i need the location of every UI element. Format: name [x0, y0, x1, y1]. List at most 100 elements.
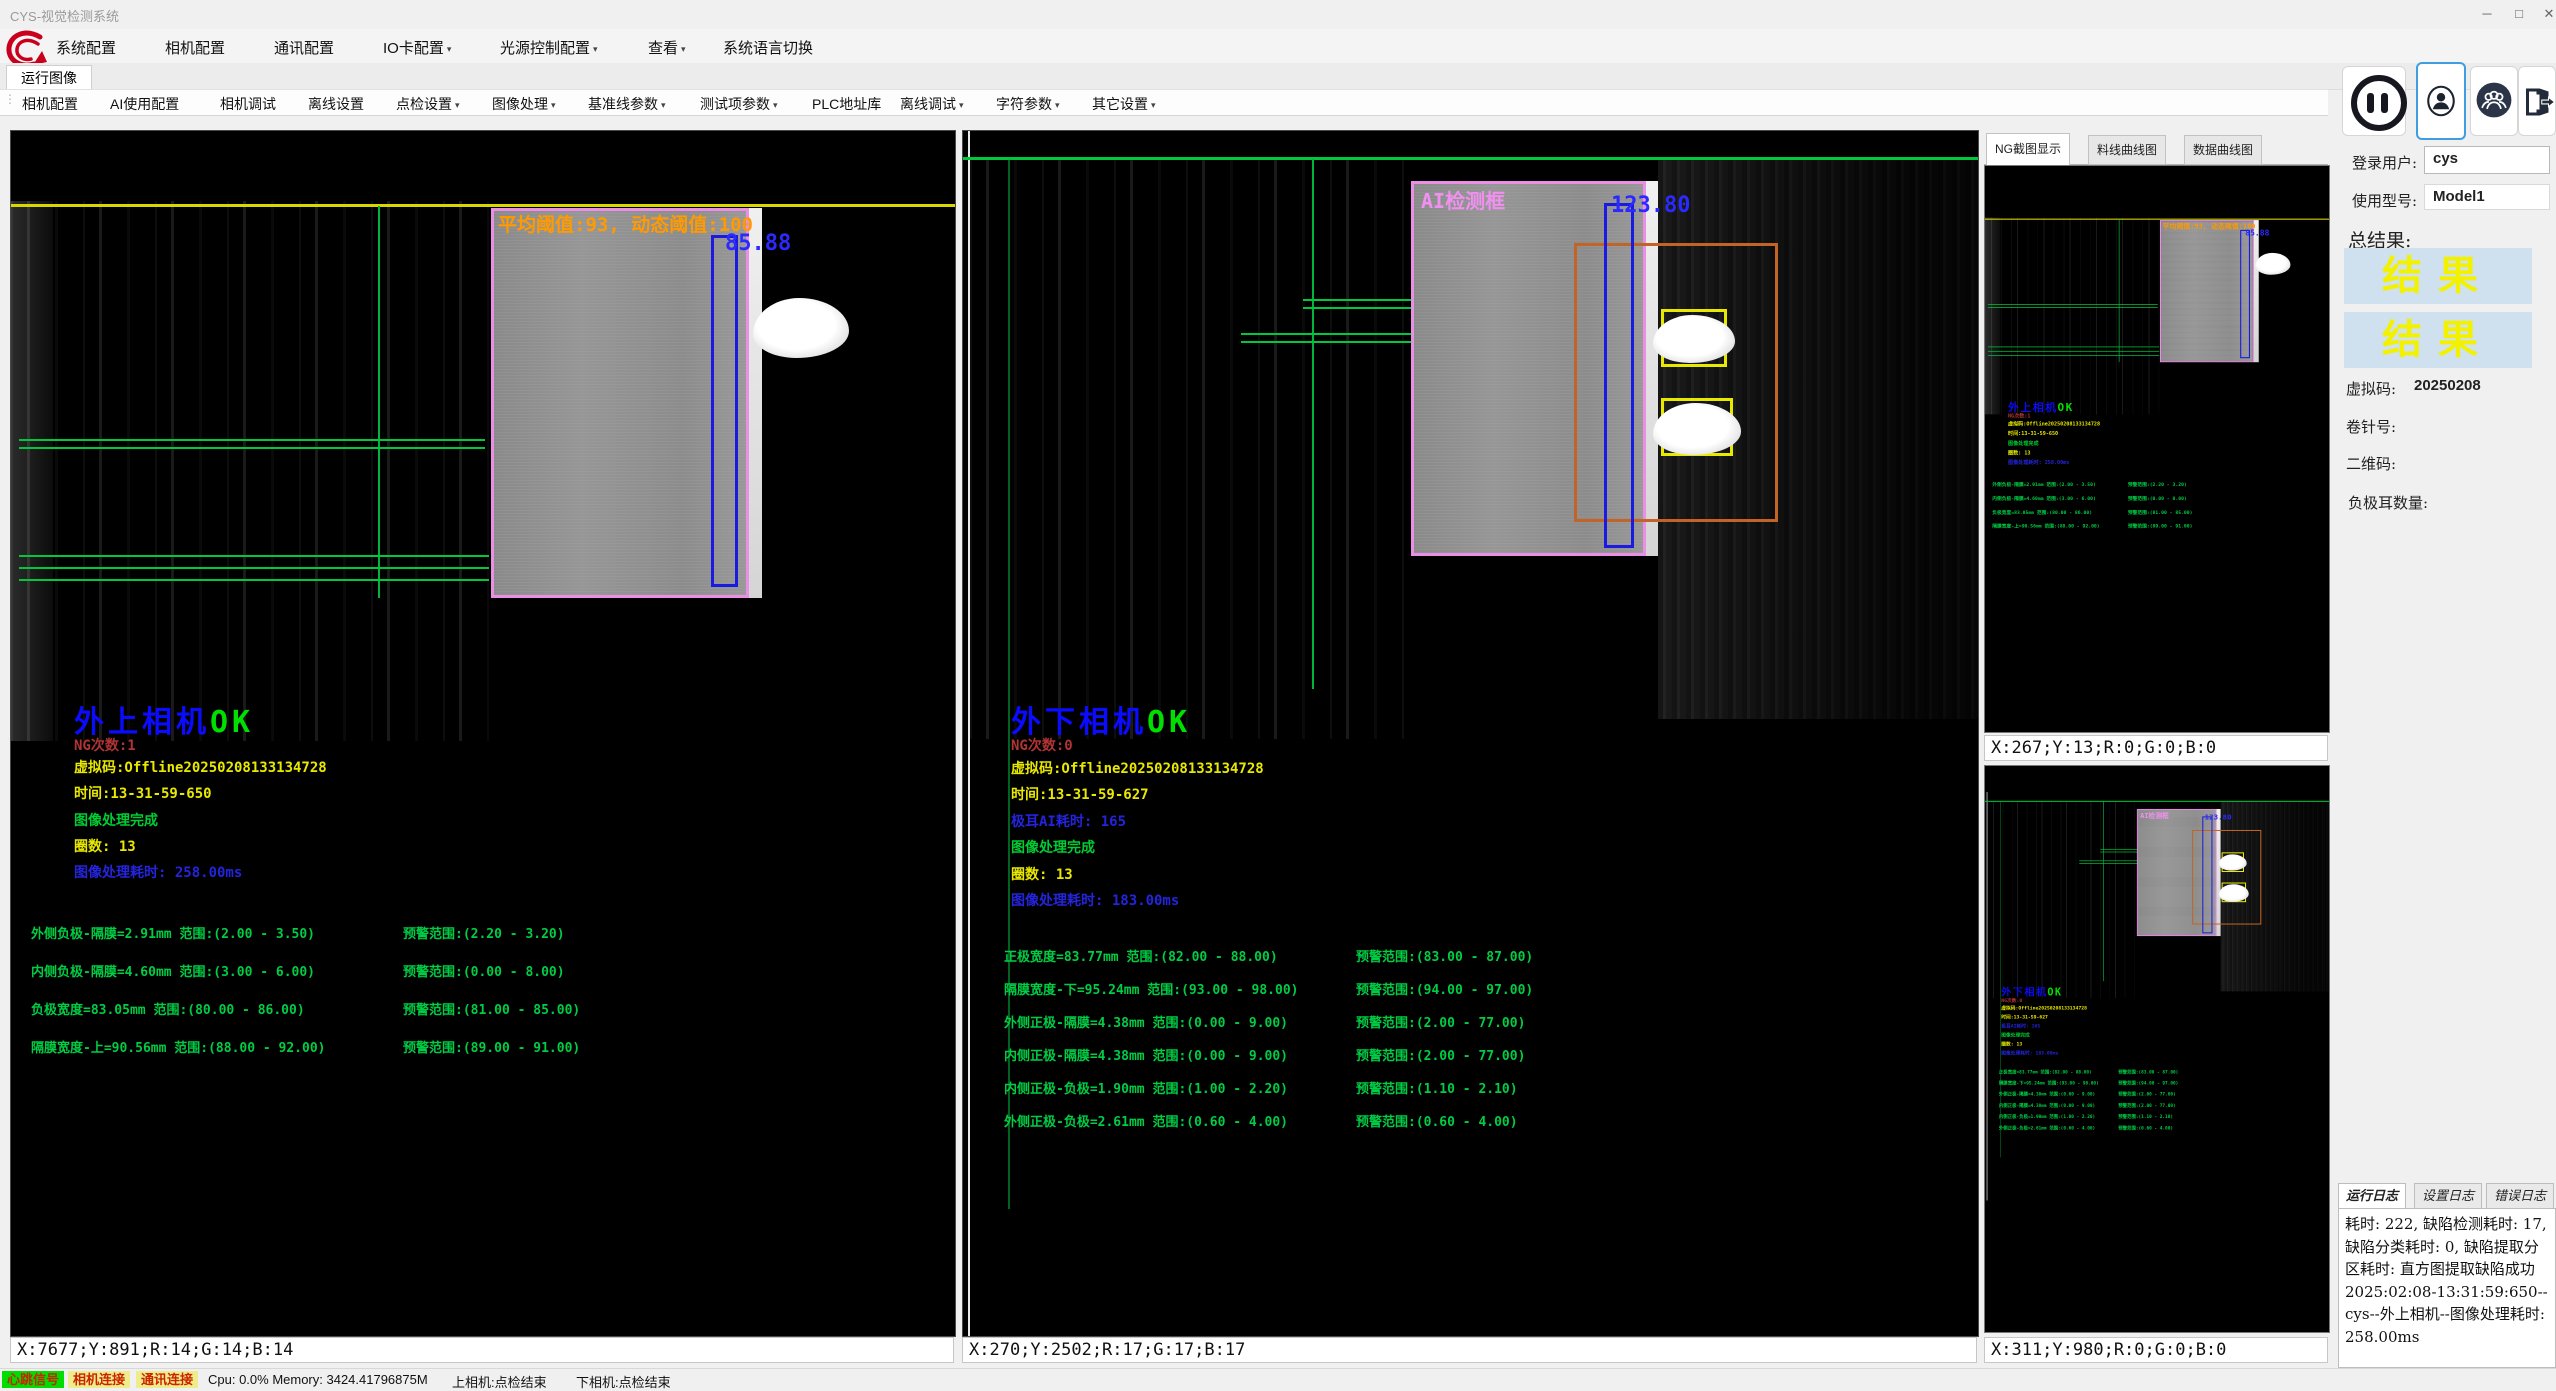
chevron-down-icon: ▾: [959, 100, 964, 110]
tab-ng-snapshot[interactable]: NG截图显示: [1986, 133, 2070, 166]
login-user-value[interactable]: cys: [2424, 146, 2550, 174]
tab-blob: [1653, 403, 1741, 455]
result-indicator-upper: 结果: [2344, 248, 2532, 304]
menu-bar: 系统配置 相机配置 通讯配置 IO卡配置▾ 光源控制配置▾ 查看▾ 系统语言切换: [0, 29, 2556, 63]
tool-camera-config[interactable]: 相机配置: [22, 94, 78, 114]
pause-button[interactable]: [2342, 66, 2406, 136]
chevron-down-icon: ▾: [773, 100, 778, 110]
measurement-row: 外侧负极-隔膜=2.91mm 范围:(2.00 - 3.50)预警范围:(2.2…: [1985, 481, 2329, 488]
measurement-row: 负极宽度=83.05mm 范围:(80.00 - 86.00)预警范围:(81.…: [11, 999, 955, 1017]
turn-count: 圈数: 13: [2008, 449, 2030, 456]
tool-other-settings[interactable]: 其它设置▾: [1092, 94, 1156, 114]
measurement-row: 正极宽度=83.77mm 范围:(82.00 - 88.00)预警范围:(83.…: [1985, 1068, 2329, 1074]
tab-setting-log[interactable]: 设置日志: [2414, 1183, 2482, 1210]
ai-box-label: AI检测框: [2140, 810, 2169, 820]
measurement-row: 正极宽度=83.77mm 范围:(82.00 - 88.00)预警范围:(83.…: [963, 946, 1978, 964]
baseline-yellow: [1985, 219, 2329, 220]
tab-run-image[interactable]: 运行图像: [6, 65, 92, 90]
menu-system-config[interactable]: 系统配置: [56, 37, 116, 58]
gauge-line-vertical: [378, 206, 380, 598]
measurement-row: 外侧正极-负极=2.61mm 范围:(0.60 - 4.00)预警范围:(0.6…: [1985, 1124, 2329, 1130]
left-camera-image: 平均阈值:93, 动态阈值:100 85.88 外上相机OK NG次数:1 虚拟…: [11, 131, 955, 1336]
gauge-line: [19, 579, 489, 581]
menu-view[interactable]: 查看▾: [648, 37, 686, 58]
virtual-code: 虚拟码:Offline20250208133134728: [1011, 758, 1264, 778]
model-value[interactable]: Model1: [2424, 184, 2550, 210]
lower-camera-status: 下相机:点检结束: [576, 1372, 671, 1391]
menu-light-config[interactable]: 光源控制配置▾: [500, 37, 598, 58]
tool-test-params[interactable]: 测试项参数▾: [700, 94, 778, 114]
chevron-down-icon: ▾: [661, 100, 666, 110]
tool-offline-setting[interactable]: 离线设置: [308, 94, 364, 114]
tool-offline-debug[interactable]: 离线调试▾: [900, 94, 964, 114]
tab-data-curve[interactable]: 数据曲线图: [2184, 135, 2262, 165]
gauge-line: [1988, 304, 2158, 305]
menu-camera-config[interactable]: 相机配置: [165, 37, 225, 58]
menu-io-card-config[interactable]: IO卡配置▾: [383, 37, 451, 58]
process-elapsed: 图像处理耗时: 183.00ms: [2001, 1049, 2058, 1056]
minimize-button[interactable]: ─: [2472, 4, 2502, 24]
gauge-line: [19, 567, 489, 569]
tool-char-params[interactable]: 字符参数▾: [996, 94, 1060, 114]
tab-blob: [2219, 884, 2249, 902]
measurement-row: 内侧正极-负极=1.90mm 范围:(1.00 - 2.20)预警范围:(1.1…: [1985, 1113, 2329, 1119]
chevron-down-icon: ▾: [455, 100, 460, 110]
chevron-down-icon: ▾: [551, 100, 556, 110]
edge-strip: [2254, 220, 2259, 362]
tool-ai-config[interactable]: AI使用配置: [110, 94, 179, 114]
width-detect-box: [2240, 230, 2250, 358]
ng-snapshot-upper-image: 平均阈值:93, 动态阈值:100 85.88 外上相机OK NG次数:1 虚拟…: [1985, 192, 2329, 631]
function-toolbar: ⋮ 相机配置 AI使用配置 相机调试 离线设置 点检设置▾ 图像处理▾ 基准线参…: [0, 89, 2328, 116]
menu-language-switch[interactable]: 系统语言切换: [723, 37, 813, 58]
qrcode-label: 二维码:: [2346, 453, 2396, 474]
baseline-green: [963, 157, 1978, 160]
close-button[interactable]: ✕: [2534, 4, 2556, 24]
capture-time: 时间:13-31-59-627: [2001, 1013, 2048, 1020]
left-camera-image: 平均阈值:93, 动态阈值:100 85.88 外上相机OK NG次数:1 虚拟…: [1985, 192, 2329, 631]
ng-snapshot-lower: AI检测框 123.80 外下相机OK NG次数:0 虚拟码:Offline20…: [1984, 765, 2330, 1333]
tool-spot-check[interactable]: 点检设置▾: [396, 94, 460, 114]
tool-camera-debug[interactable]: 相机调试: [220, 94, 276, 114]
measurement-row: 内侧正极-隔膜=4.38mm 范围:(0.00 - 9.00)预警范围:(2.0…: [1985, 1102, 2329, 1108]
exit-button[interactable]: [2518, 66, 2556, 136]
width-detect-box: [711, 235, 738, 587]
measurement-row: 隔膜宽度-下=95.24mm 范围:(93.00 - 98.00)预警范围:(9…: [1985, 1079, 2329, 1085]
user-manage-button[interactable]: [2470, 66, 2518, 136]
tool-baseline-params[interactable]: 基准线参数▾: [588, 94, 666, 114]
baseline-green: [1985, 801, 2329, 802]
capture-time: 时间:13-31-59-650: [74, 783, 212, 803]
ai-box-label: AI检测框: [1421, 185, 1505, 214]
process-status: 图像处理完成: [74, 810, 158, 830]
ng-count: NG次数:1: [74, 735, 136, 755]
tool-plc-address[interactable]: PLC地址库: [812, 94, 881, 114]
ng-snapshot-upper: 平均阈值:93, 动态阈值:100 85.88 外上相机OK NG次数:1 虚拟…: [1984, 165, 2330, 733]
comm-link-badge: 通讯连接: [136, 1371, 198, 1388]
tab-error-log[interactable]: 错误日志: [2486, 1183, 2554, 1210]
right-camera-image: AI检测框 123.80 外下相机OK NG次数:0 虚拟码:Offline20…: [1985, 792, 2329, 1200]
neg-tab-count-label: 负极耳数量:: [2348, 492, 2428, 513]
image-stripes: [1985, 218, 2159, 415]
virtual-code: 虚拟码:Offline20250208133134728: [2001, 1005, 2087, 1012]
right-camera-view: AI检测框 123.80 外下相机OK NG次数:0 虚拟码:Offline20…: [962, 130, 1979, 1337]
tab-run-log[interactable]: 运行日志: [2338, 1183, 2406, 1210]
measurement-row: 隔膜宽度-下=95.24mm 范围:(93.00 - 98.00)预警范围:(9…: [963, 979, 1978, 997]
gauge-line: [1988, 347, 2159, 348]
gauge-line: [19, 555, 489, 557]
process-status: 图像处理完成: [2008, 439, 2039, 446]
exit-door-icon: [2520, 83, 2556, 126]
width-value-text: 123.80: [1611, 193, 1690, 218]
maximize-button[interactable]: □: [2504, 4, 2534, 24]
menu-comm-config[interactable]: 通讯配置: [274, 37, 334, 58]
toolbar-grip: ⋮: [4, 92, 14, 106]
tab-blob: [753, 298, 849, 358]
tab-blob: [2255, 253, 2290, 275]
measurement-row: 外侧负极-隔膜=2.91mm 范围:(2.00 - 3.50)预警范围:(2.2…: [11, 923, 955, 941]
tool-image-process[interactable]: 图像处理▾: [492, 94, 556, 114]
process-status: 图像处理完成: [1011, 837, 1095, 857]
current-user-button[interactable]: [2416, 62, 2466, 140]
baseline-yellow: [11, 204, 955, 207]
width-detect-box: [2202, 816, 2212, 933]
tab-material-curve[interactable]: 料线曲线图: [2088, 135, 2166, 165]
pause-icon: [2351, 75, 2407, 131]
gauge-line: [19, 439, 485, 441]
